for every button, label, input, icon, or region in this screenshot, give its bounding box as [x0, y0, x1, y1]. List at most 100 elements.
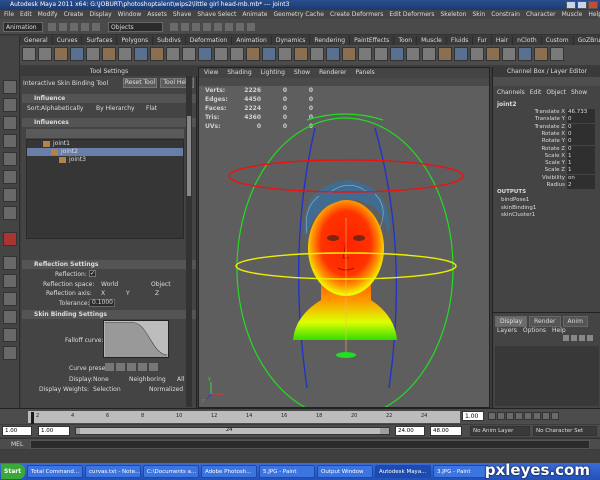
shelf-tab[interactable]: Subdivs — [153, 36, 186, 45]
axis-y[interactable]: Y — [126, 290, 130, 298]
maximize-icon[interactable] — [577, 1, 587, 9]
shelf-tab[interactable]: Animation — [232, 36, 272, 45]
axis-z[interactable]: Z — [155, 290, 159, 298]
skin-binding-section[interactable]: Skin Binding Settings — [22, 310, 196, 319]
select-mask-field[interactable]: Objects — [108, 22, 163, 32]
manipulator-icon[interactable] — [3, 188, 17, 202]
shelf-tool-icon[interactable] — [486, 47, 500, 61]
output-node[interactable]: skinCluster1 — [501, 212, 535, 219]
menu-item[interactable]: Character — [526, 10, 556, 19]
list-item[interactable]: joint2 — [27, 148, 183, 156]
shelf-tool-icon[interactable] — [502, 47, 516, 61]
attribute-row[interactable]: Rotate Y0 — [493, 138, 600, 146]
menu-item[interactable]: Edit — [20, 10, 32, 19]
go-to-start-icon[interactable] — [488, 412, 496, 420]
start-time-field[interactable]: 1.00 — [2, 426, 32, 436]
shelf-tool-icon[interactable] — [54, 47, 68, 61]
select-object-icon[interactable] — [92, 23, 100, 31]
preset-linear-icon[interactable] — [105, 363, 114, 371]
new-layer-icon[interactable] — [563, 335, 569, 341]
range-bar[interactable]: 24 — [75, 427, 390, 435]
attribute-row[interactable]: Radius 2 — [493, 182, 600, 189]
attribute-value[interactable]: 0 — [567, 130, 595, 138]
shelf-tab[interactable]: General — [20, 36, 53, 45]
save-scene-icon[interactable] — [70, 23, 78, 31]
shelf-tool-icon[interactable] — [358, 47, 372, 61]
ipr-render-icon[interactable] — [236, 23, 244, 31]
channel-menu-item[interactable]: Object — [546, 89, 566, 96]
shelf-tab[interactable]: Muscle — [417, 36, 447, 45]
menu-item[interactable]: Create Deformers — [330, 10, 383, 19]
falloff-curve-graph[interactable] — [103, 320, 169, 358]
menu-item[interactable]: Edit Deformers — [389, 10, 434, 19]
space-object[interactable]: Object — [151, 281, 171, 289]
layer-menu-item[interactable]: Help — [552, 327, 566, 334]
paint-select-icon[interactable] — [3, 116, 17, 130]
playback-end-field[interactable]: 24.00 — [395, 426, 425, 436]
menu-item[interactable]: Shave Select — [197, 10, 236, 19]
shelf-tool-icon[interactable] — [134, 47, 148, 61]
preset-step-icon[interactable] — [149, 363, 158, 371]
taskbar-item[interactable]: Output Window — [317, 465, 373, 478]
step-forward-icon[interactable] — [542, 412, 550, 420]
shelf-tool-icon[interactable] — [166, 47, 180, 61]
menu-item[interactable]: Animate — [242, 10, 267, 19]
menu-item[interactable]: Create — [64, 10, 84, 19]
current-time-marker[interactable] — [31, 412, 34, 424]
shelf-tab[interactable]: Dynamics — [272, 36, 311, 45]
shelf-tool-icon[interactable] — [22, 47, 36, 61]
display-none[interactable]: None — [93, 376, 109, 384]
shelf-tool-icon[interactable] — [550, 47, 564, 61]
play-forward-icon[interactable] — [524, 412, 532, 420]
shelf-tool-icon[interactable] — [150, 47, 164, 61]
menu-item[interactable]: Window — [118, 10, 142, 19]
attribute-row[interactable]: Rotate X0 — [493, 130, 600, 138]
list-item[interactable]: joint1 — [27, 140, 183, 148]
attribute-value[interactable]: 1 — [567, 152, 595, 160]
attribute-row[interactable]: Scale Z1 — [493, 167, 600, 175]
history-icon[interactable] — [214, 23, 222, 31]
layout-outliner-icon[interactable] — [3, 310, 17, 324]
shelf-tool-icon[interactable] — [102, 47, 116, 61]
shelf-tool-icon[interactable] — [38, 47, 52, 61]
go-to-end-icon[interactable] — [551, 412, 559, 420]
shelf-tool-icon[interactable] — [470, 47, 484, 61]
move-tool-icon[interactable] — [3, 134, 17, 148]
time-slider-bar[interactable]: 2 4 6 8 10 12 14 16 18 20 22 24 — [28, 411, 460, 424]
layout-graph-icon[interactable] — [3, 328, 17, 342]
shelf-tool-icon[interactable] — [230, 47, 244, 61]
shelf-tool-icon[interactable] — [262, 47, 276, 61]
shelf-tab[interactable]: nCloth — [513, 36, 542, 45]
shelf-tool-icon[interactable] — [246, 47, 260, 61]
shelf-tool-icon[interactable] — [182, 47, 196, 61]
layer-menu-item[interactable]: Layers — [497, 327, 517, 334]
attribute-value[interactable]: 1 — [567, 160, 595, 168]
channel-menu-item[interactable]: Edit — [530, 89, 542, 96]
rotate-tool-icon[interactable] — [3, 152, 17, 166]
mel-input[interactable] — [30, 440, 590, 449]
attribute-row[interactable]: Visibility on — [493, 174, 600, 182]
shelf-tool-icon[interactable] — [374, 47, 388, 61]
shelf-tab[interactable]: PaintEffects — [350, 36, 395, 45]
menu-item[interactable]: Help — [588, 10, 600, 19]
tolerance-field[interactable]: 0.1000 — [89, 299, 115, 307]
shelf-tool-icon[interactable] — [70, 47, 84, 61]
layout-four-icon[interactable] — [3, 274, 17, 288]
attribute-row[interactable]: Rotate Z0 — [493, 145, 600, 153]
start-button[interactable]: Start — [1, 464, 25, 479]
menu-item[interactable]: Skeleton — [441, 10, 467, 19]
attribute-value[interactable]: 46.733 — [567, 109, 595, 116]
influence-section[interactable]: Influence — [22, 94, 196, 103]
play-backward-icon[interactable] — [515, 412, 523, 420]
minimize-icon[interactable] — [566, 1, 576, 9]
menu-item[interactable]: Constrain — [491, 10, 520, 19]
new-scene-icon[interactable] — [48, 23, 56, 31]
preset-smooth-icon[interactable] — [116, 363, 125, 371]
sort-alphabetically[interactable]: Alphabetically — [41, 105, 83, 113]
select-hierarchy-icon[interactable] — [81, 23, 89, 31]
display-all[interactable]: All — [177, 376, 184, 384]
menu-item[interactable]: Skin — [472, 10, 485, 19]
shelf-tool-icon[interactable] — [86, 47, 100, 61]
reflection-section[interactable]: Reflection Settings — [22, 260, 196, 269]
preset-flat-icon[interactable] — [127, 363, 136, 371]
